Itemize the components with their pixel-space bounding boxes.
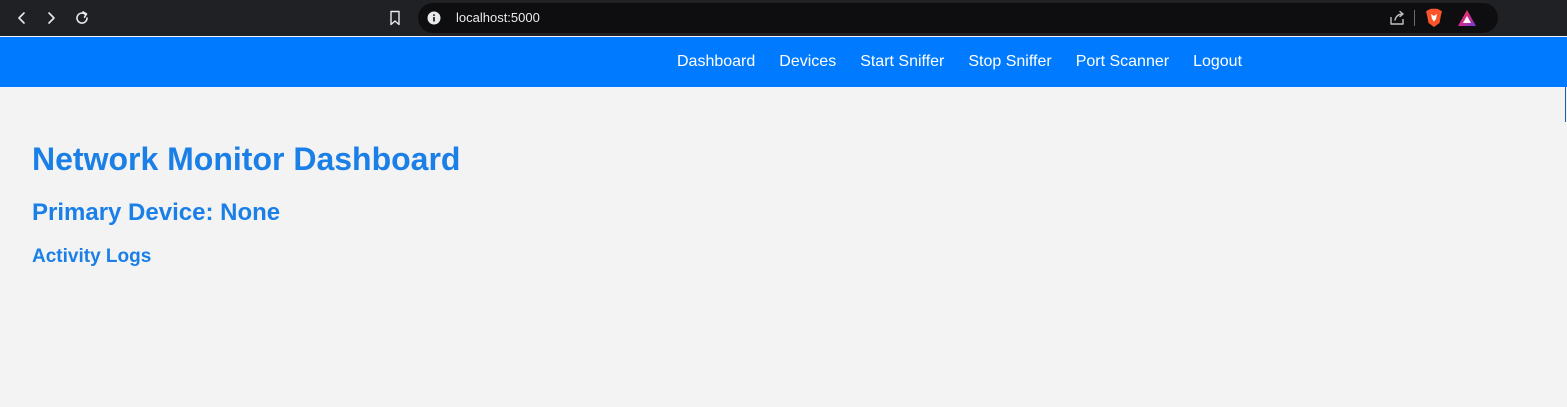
nav-link-start-sniffer[interactable]: Start Sniffer bbox=[848, 52, 956, 72]
nav-link-stop-sniffer[interactable]: Stop Sniffer bbox=[956, 52, 1063, 72]
brave-rewards-icon[interactable] bbox=[1457, 9, 1477, 27]
nav-link-devices[interactable]: Devices bbox=[767, 52, 848, 72]
share-icon[interactable] bbox=[1388, 9, 1406, 27]
top-navbar: Dashboard Devices Start Sniffer Stop Sni… bbox=[0, 37, 1567, 87]
reload-icon bbox=[76, 11, 88, 24]
divider bbox=[1414, 10, 1415, 26]
info-icon[interactable] bbox=[427, 11, 441, 25]
page-title: Network Monitor Dashboard bbox=[32, 141, 461, 177]
url-text[interactable]: localhost:5000 bbox=[456, 10, 540, 26]
activity-logs-heading: Activity Logs bbox=[32, 246, 152, 267]
bookmark-icon bbox=[390, 10, 400, 26]
nav-link-logout[interactable]: Logout bbox=[1181, 52, 1254, 72]
reload-button[interactable] bbox=[70, 6, 94, 30]
primary-device-heading: Primary Device: None bbox=[32, 199, 281, 226]
address-bar[interactable]: localhost:5000 bbox=[418, 3, 1498, 33]
scrollbar-edge bbox=[1565, 87, 1566, 122]
chevron-left-icon bbox=[18, 12, 25, 24]
back-button[interactable] bbox=[10, 6, 34, 30]
nav-links: Dashboard Devices Start Sniffer Stop Sni… bbox=[665, 37, 1254, 87]
nav-link-dashboard[interactable]: Dashboard bbox=[665, 52, 767, 72]
forward-button[interactable] bbox=[39, 6, 63, 30]
brave-shield-icon[interactable] bbox=[1425, 8, 1443, 28]
bookmark-button[interactable] bbox=[385, 6, 405, 30]
chevron-right-icon bbox=[48, 12, 55, 24]
nav-link-port-scanner[interactable]: Port Scanner bbox=[1064, 52, 1181, 72]
browser-toolbar: localhost:5000 bbox=[0, 0, 1567, 36]
